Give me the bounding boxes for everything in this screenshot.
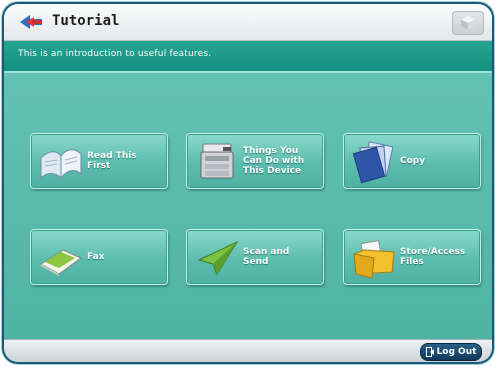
- page-title: Tutorial: [52, 13, 120, 29]
- logout-label: Log Out: [436, 347, 477, 357]
- paper-plane-icon: [197, 240, 239, 276]
- scan-and-send-button[interactable]: Scan and Send: [186, 229, 324, 285]
- tile-label: Store/Access Files: [400, 247, 466, 267]
- copy-button[interactable]: Copy: [343, 133, 481, 189]
- tile-label: Fax: [87, 252, 105, 262]
- title-bar: Tutorial: [4, 4, 492, 41]
- things-you-can-do-button[interactable]: Things You Can Do with This Device: [186, 133, 324, 189]
- store-access-files-button[interactable]: Store/Access Files: [343, 229, 481, 285]
- document-stack-icon: [352, 141, 394, 184]
- logout-button[interactable]: Log Out: [420, 343, 482, 361]
- logout-door-icon: [425, 347, 434, 357]
- tile-label: Copy: [400, 156, 426, 166]
- info-text: This is an introduction to useful featur…: [18, 49, 212, 59]
- tile-label: Things You Can Do with This Device: [243, 146, 305, 176]
- fax-button[interactable]: Fax: [30, 229, 168, 285]
- info-bar: This is an introduction to useful featur…: [4, 41, 492, 73]
- footer-bar: Log Out: [4, 339, 492, 362]
- fax-paper-icon: [40, 249, 82, 276]
- open-book-icon: [40, 149, 82, 180]
- tutorial-screen: Tutorial This is an introduction to usef…: [4, 4, 492, 362]
- tile-label: Scan and Send: [243, 247, 290, 267]
- folder-box-icon: [353, 239, 395, 279]
- multifunction-printer-icon: [200, 143, 234, 179]
- settings-button[interactable]: [452, 11, 484, 35]
- settings-cube-icon: [461, 16, 475, 30]
- read-this-first-button[interactable]: Read This First: [30, 133, 168, 189]
- feature-panel: Read This First Things You Can Do with T…: [4, 73, 492, 340]
- tile-label: Read This First: [87, 151, 137, 171]
- tutorial-pointer-icon: [20, 15, 42, 29]
